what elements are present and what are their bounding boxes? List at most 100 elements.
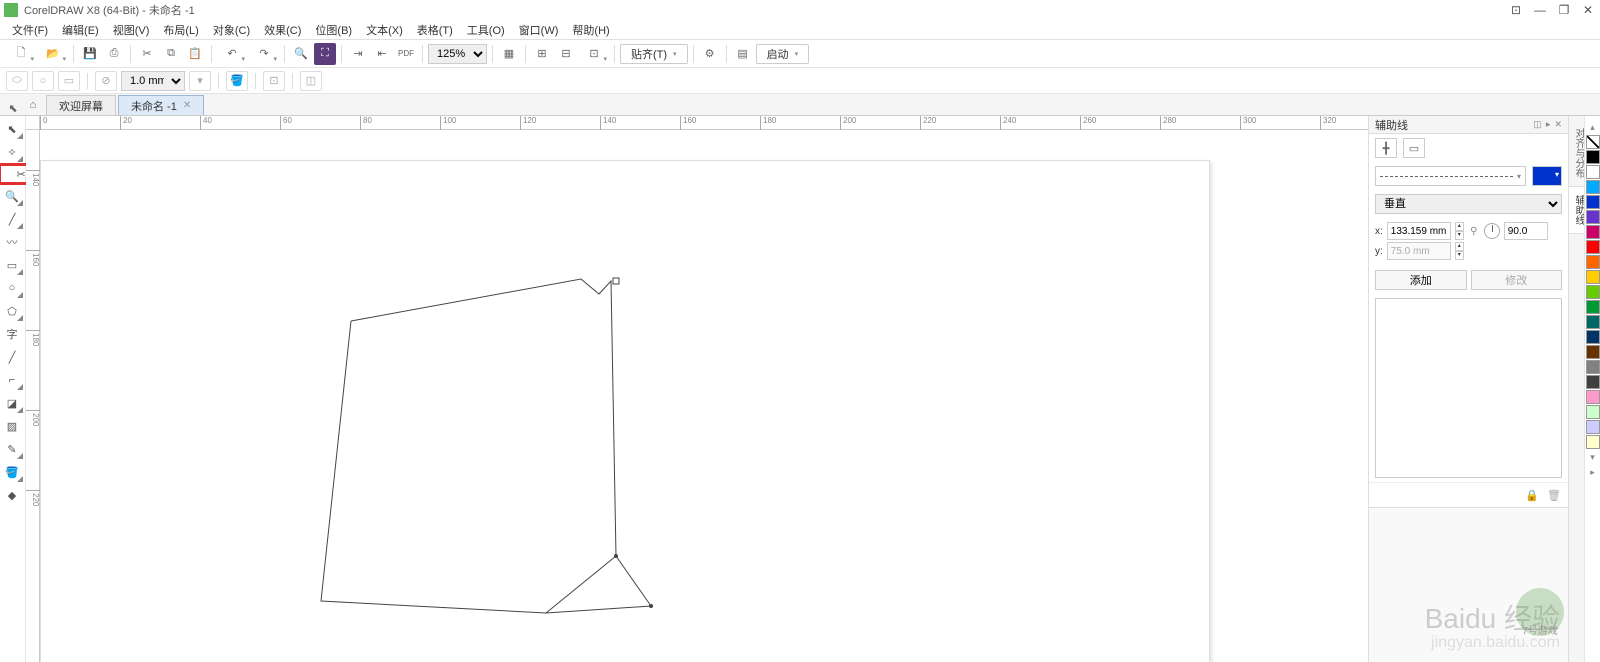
guide-direction-dropdown[interactable]: 垂直 bbox=[1375, 194, 1562, 214]
menu-effects[interactable]: 效果(C) bbox=[258, 20, 307, 40]
color-swatch[interactable] bbox=[1586, 345, 1600, 359]
drawing-canvas[interactable] bbox=[40, 130, 1368, 662]
menu-tools[interactable]: 工具(O) bbox=[461, 20, 511, 40]
guides-list[interactable] bbox=[1375, 298, 1562, 478]
pdf-button[interactable]: PDF bbox=[395, 43, 417, 65]
spin-down-icon[interactable]: ▾ bbox=[1455, 231, 1464, 240]
no-color-swatch[interactable] bbox=[1586, 135, 1600, 149]
menu-window[interactable]: 窗口(W) bbox=[513, 20, 565, 40]
color-swatch[interactable] bbox=[1586, 240, 1600, 254]
artistic-media-tool[interactable]: 〰 bbox=[0, 231, 24, 253]
color-swatch[interactable] bbox=[1586, 300, 1600, 314]
docker-close-icon[interactable]: ✕ bbox=[1554, 119, 1562, 130]
ellipse-tool[interactable]: ○ bbox=[0, 277, 24, 299]
zoom-select[interactable]: 125% bbox=[428, 44, 487, 64]
ellipse-icon[interactable]: ○ bbox=[32, 71, 54, 91]
color-swatch[interactable] bbox=[1586, 330, 1600, 344]
node-handle[interactable] bbox=[613, 278, 619, 284]
x-input[interactable] bbox=[1387, 222, 1451, 240]
copy-button[interactable]: ⧉ bbox=[160, 43, 182, 65]
color-swatch[interactable] bbox=[1586, 270, 1600, 284]
preset-guide-icon[interactable]: ▭ bbox=[1403, 138, 1425, 158]
eyedropper-tool[interactable]: ✎ bbox=[0, 438, 24, 460]
guide-style-dropdown[interactable] bbox=[1375, 166, 1526, 186]
menu-text[interactable]: 文本(X) bbox=[360, 20, 409, 40]
app-launcher-icon[interactable]: ▤ bbox=[732, 43, 754, 65]
pick-tab-icon[interactable]: ⬉ bbox=[4, 102, 22, 115]
zoom-tool[interactable]: 🔍 bbox=[0, 185, 24, 207]
add-guide-icon[interactable]: ╋ bbox=[1375, 138, 1397, 158]
minimize-button[interactable]: — bbox=[1532, 3, 1548, 17]
grid-button[interactable]: ⊞ bbox=[531, 43, 553, 65]
transparency-tool[interactable]: ▨ bbox=[0, 415, 24, 437]
color-swatch[interactable] bbox=[1586, 435, 1600, 449]
connector-tool[interactable]: ⌐ bbox=[0, 369, 24, 391]
horizontal-ruler[interactable]: 0 20 40 60 80 100 120 140 160 180 200 22… bbox=[40, 116, 1368, 130]
add-guide-button[interactable]: 添加 bbox=[1375, 270, 1467, 290]
docker-title-bar[interactable]: 辅助线 ◫ ▸ ✕ bbox=[1369, 116, 1568, 134]
menu-table[interactable]: 表格(T) bbox=[411, 20, 459, 40]
palette-down-icon[interactable]: ▾ bbox=[1585, 450, 1600, 465]
outline-arrow-down-icon[interactable]: ▾ bbox=[189, 71, 211, 91]
fullscreen-button[interactable]: ⛶ bbox=[314, 43, 336, 65]
spin-up-icon[interactable]: ▴ bbox=[1455, 222, 1464, 231]
rectangle-icon[interactable]: ▭ bbox=[58, 71, 80, 91]
delete-guide-icon[interactable]: 🗑 bbox=[1546, 487, 1562, 503]
color-swatch[interactable] bbox=[1586, 225, 1600, 239]
outline-style-icon[interactable]: ⊘ bbox=[95, 71, 117, 91]
freehand-tool[interactable]: ╱ bbox=[0, 208, 24, 230]
export-button[interactable]: ⇤ bbox=[371, 43, 393, 65]
maximize-button[interactable]: ❐ bbox=[1556, 3, 1572, 17]
wrap-icon[interactable]: ⊡ bbox=[263, 71, 285, 91]
close-button[interactable]: ✕ bbox=[1580, 3, 1596, 17]
color-swatch[interactable] bbox=[1586, 285, 1600, 299]
node-handle[interactable] bbox=[649, 604, 653, 608]
color-swatch[interactable] bbox=[1586, 255, 1600, 269]
text-tool[interactable]: 字 bbox=[0, 323, 24, 345]
node-handle[interactable] bbox=[614, 554, 618, 558]
pick-tool[interactable]: ⬉ bbox=[0, 118, 24, 140]
bounding-icon[interactable]: ◫ bbox=[300, 71, 322, 91]
fill-icon[interactable]: 🪣 bbox=[226, 71, 248, 91]
color-swatch[interactable] bbox=[1586, 165, 1600, 179]
path-closed-icon[interactable]: ⬭ bbox=[6, 71, 28, 91]
color-swatch[interactable] bbox=[1586, 405, 1600, 419]
cut-button[interactable]: ✂ bbox=[136, 43, 158, 65]
tab-welcome[interactable]: 欢迎屏幕 bbox=[46, 95, 116, 115]
palette-up-icon[interactable]: ▴ bbox=[1585, 120, 1600, 135]
paste-button[interactable]: 📋 bbox=[184, 43, 206, 65]
parallel-dim-tool[interactable]: ╱ bbox=[0, 346, 24, 368]
color-swatch[interactable] bbox=[1586, 420, 1600, 434]
color-swatch[interactable] bbox=[1586, 210, 1600, 224]
import-button[interactable]: ⇥ bbox=[347, 43, 369, 65]
color-swatch[interactable] bbox=[1586, 315, 1600, 329]
menu-layout[interactable]: 布局(L) bbox=[157, 20, 204, 40]
options-button[interactable]: ⚙ bbox=[699, 43, 721, 65]
new-button[interactable]: 🗋 bbox=[6, 43, 36, 65]
ruler-origin[interactable] bbox=[26, 116, 40, 130]
search-button[interactable]: 🔍 bbox=[290, 43, 312, 65]
color-swatch[interactable] bbox=[1586, 360, 1600, 374]
rectangle-tool[interactable]: ▭ bbox=[0, 254, 24, 276]
outline-width-select[interactable]: 1.0 mm bbox=[121, 71, 185, 91]
polygon-tool[interactable]: ⬠ bbox=[0, 300, 24, 322]
smart-fill-tool[interactable]: ◆ bbox=[0, 484, 24, 506]
spin-up-icon[interactable]: ▴ bbox=[1455, 242, 1464, 251]
menu-object[interactable]: 对象(C) bbox=[207, 20, 256, 40]
menu-file[interactable]: 文件(F) bbox=[6, 20, 54, 40]
pin-button[interactable]: ⊡ bbox=[1508, 3, 1524, 17]
docker-pin-icon[interactable]: ◫ bbox=[1533, 119, 1542, 130]
shape-tool[interactable]: ✧ bbox=[0, 141, 24, 163]
angle-dial-icon[interactable] bbox=[1484, 223, 1500, 239]
vertical-ruler[interactable]: 140 160 180 200 220 bbox=[26, 130, 40, 662]
lock-icon[interactable]: ⚲ bbox=[1468, 226, 1480, 237]
launch-dropdown[interactable]: 启动 bbox=[756, 44, 810, 64]
lock-guide-icon[interactable]: 🔒 bbox=[1524, 487, 1540, 503]
save-button[interactable]: 💾 bbox=[79, 43, 101, 65]
interactive-fill-tool[interactable]: 🪣 bbox=[0, 461, 24, 483]
angle-input[interactable] bbox=[1504, 222, 1548, 240]
color-swatch[interactable] bbox=[1586, 150, 1600, 164]
snap-toggle-button[interactable]: ⊡ bbox=[579, 43, 609, 65]
palette-expand-icon[interactable]: ▸ bbox=[1585, 465, 1600, 480]
spin-down-icon[interactable]: ▾ bbox=[1455, 251, 1464, 260]
